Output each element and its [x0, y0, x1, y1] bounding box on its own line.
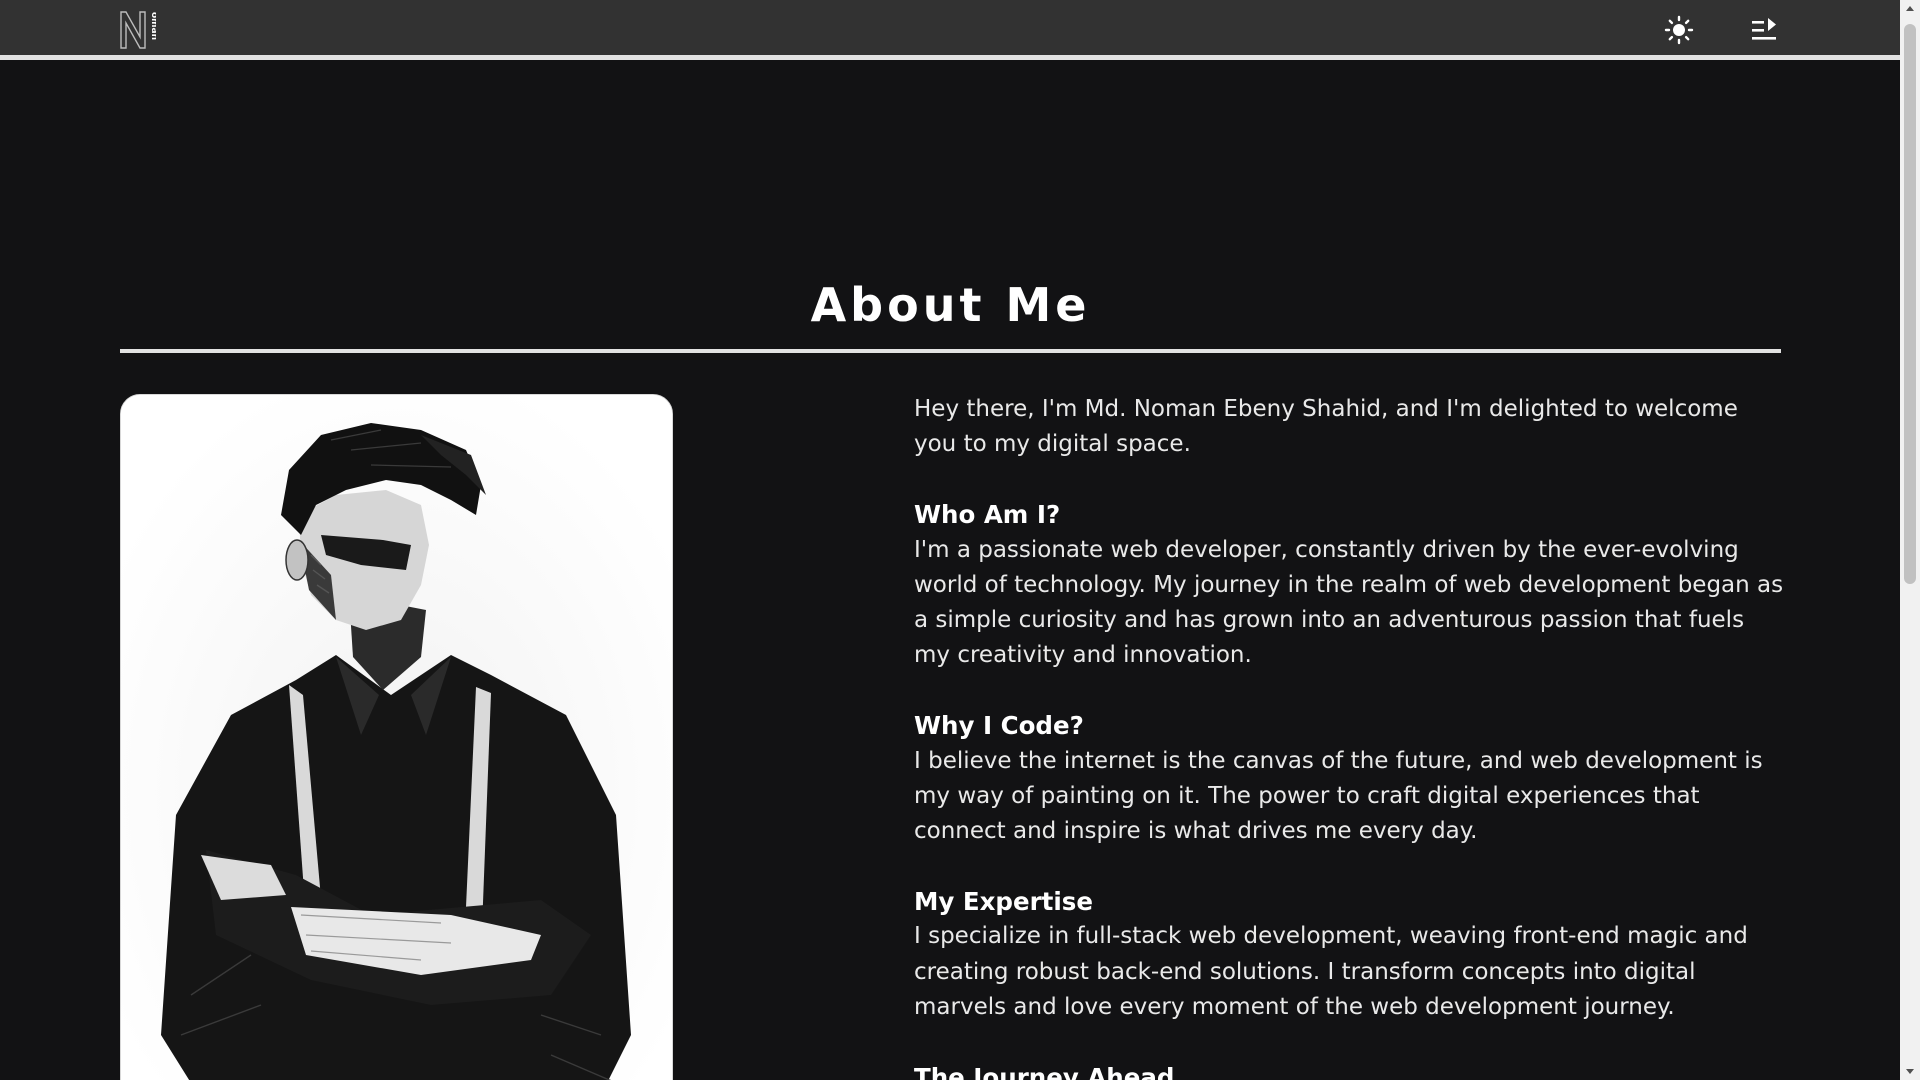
theme-toggle-button[interactable]: [1661, 14, 1697, 46]
scrollbar-thumb[interactable]: [1904, 24, 1916, 584]
section-body-my-expertise: I specialize in full-stack web developme…: [914, 923, 1748, 1020]
title-divider: [120, 349, 1781, 353]
top-navbar: oman: [0, 0, 1900, 60]
menu-toggle-button[interactable]: [1746, 14, 1782, 46]
logo[interactable]: oman: [118, 9, 156, 51]
section-body-why-i-code: I believe the internet is the canvas of …: [914, 747, 1763, 845]
profile-illustration: [120, 394, 673, 1080]
vertical-scrollbar[interactable]: [1900, 0, 1920, 1080]
sun-icon: [1664, 15, 1694, 45]
scroll-up-arrow-icon[interactable]: [1900, 0, 1920, 17]
section-heading-journey-ahead: The Journey Ahead: [914, 1063, 1175, 1080]
page-title: About Me: [810, 278, 1091, 332]
logo-mark: oman: [120, 11, 156, 49]
about-content: Hey there, I'm Md. Noman Ebeny Shahid, a…: [914, 392, 1784, 1080]
scroll-down-arrow-icon[interactable]: [1900, 1063, 1920, 1080]
section-heading-my-expertise: My Expertise: [914, 887, 1093, 917]
portrait-image: [121, 395, 672, 1080]
menu-arrow-icon: [1752, 18, 1776, 40]
page: oman About Me Hey there, I'm Md. Noman E…: [0, 0, 1920, 1080]
section-body-who-am-i: I'm a passionate web developer, constant…: [914, 536, 1784, 669]
intro-paragraph: Hey there, I'm Md. Noman Ebeny Shahid, a…: [914, 396, 1738, 458]
logo-text: oman: [149, 12, 156, 40]
section-heading-why-i-code: Why I Code?: [914, 711, 1084, 741]
section-heading-who-am-i: Who Am I?: [914, 500, 1061, 530]
